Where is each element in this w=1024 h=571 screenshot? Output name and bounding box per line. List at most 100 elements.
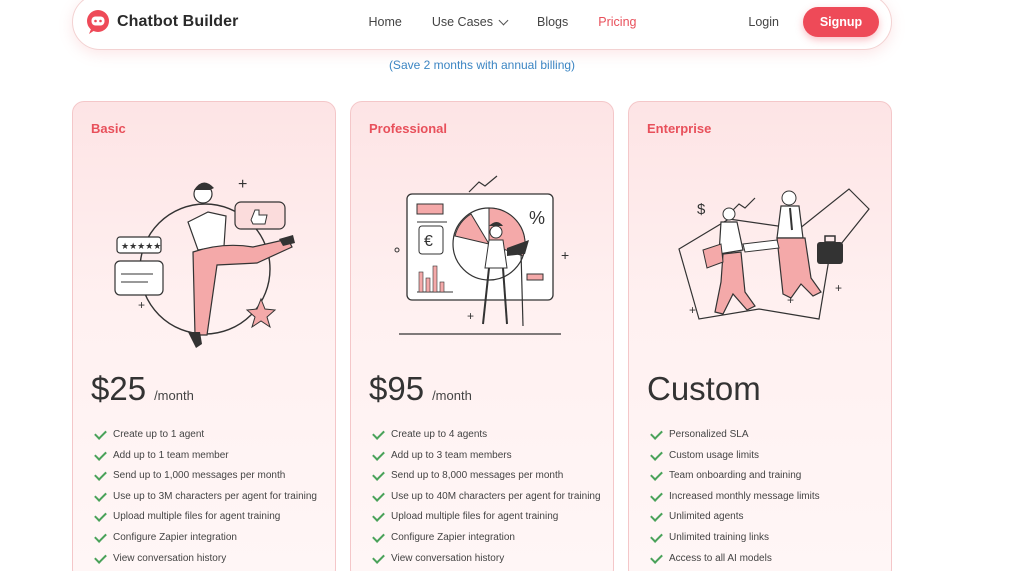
plan-card-professional: Professional € % + + $95 /month Create u…: [350, 101, 614, 571]
price-period: /month: [432, 388, 472, 403]
plan-title: Basic: [91, 121, 126, 136]
feature-text: Configure Zapier integration: [113, 531, 237, 543]
feature-text: Upload multiple files for agent training: [113, 511, 281, 523]
plan-price: Custom: [647, 370, 761, 408]
login-link[interactable]: Login: [748, 15, 779, 29]
svg-text:$: $: [697, 201, 706, 218]
feature-item: Increased monthly message limits: [649, 488, 879, 503]
nav-home-link[interactable]: Home: [369, 15, 402, 29]
feature-item: Create up to 1 agent: [93, 427, 323, 441]
nav-use-cases-link[interactable]: Use Cases: [431, 15, 509, 29]
svg-text:★★★★★: ★★★★★: [121, 241, 161, 251]
feature-text: Add up to 1 team member: [113, 449, 229, 461]
check-icon: [650, 468, 663, 482]
svg-text:+: +: [561, 247, 569, 263]
feature-text: Access to all AI models: [669, 552, 772, 564]
feature-text: Send up to 8,000 messages per month: [391, 470, 564, 482]
check-icon: [94, 427, 107, 440]
feature-item: Send up to 1,000 messages per month: [93, 468, 323, 482]
brand-name: Chatbot Builder: [117, 13, 239, 30]
feature-item: Custom usage limits: [649, 447, 879, 462]
check-icon: [372, 509, 385, 523]
feature-text: Use up to 3M characters per agent for tr…: [113, 490, 317, 502]
plan-title: Professional: [369, 121, 448, 136]
feature-item: Unlimited training links: [649, 530, 879, 544]
nav-use-cases-label: Use Cases: [431, 15, 493, 29]
svg-text:+: +: [138, 298, 145, 312]
feature-text: Custom usage limits: [669, 449, 760, 461]
feature-text: Team onboarding and training: [669, 470, 802, 482]
feature-item: Add up to 1 team member: [93, 447, 323, 462]
check-icon: [94, 550, 107, 564]
svg-text:+: +: [835, 281, 842, 295]
feature-list: Create up to 1 agent Add up to 1 team me…: [93, 427, 323, 571]
price-period: /month: [154, 388, 194, 403]
feature-item: View conversation history: [371, 550, 601, 565]
feature-item: Unlimited agents: [649, 509, 879, 523]
feature-text: Create up to 4 agents: [391, 429, 488, 440]
check-icon: [372, 530, 385, 543]
feature-text: Use up to 40M characters per agent for t…: [391, 490, 601, 502]
navbar: Chatbot Builder Home Use Cases Blogs Pri…: [72, 0, 892, 50]
business-handshake-illustration: $ + + +: [678, 188, 870, 320]
feature-item: Upload multiple files for agent training: [93, 509, 323, 523]
feature-text: Create up to 1 agent: [113, 429, 205, 440]
feature-item: View conversation history: [93, 550, 323, 565]
feature-text: Unlimited training links: [669, 531, 770, 543]
plan-card-enterprise: Enterprise $ + + + Custom Personalized S…: [628, 101, 892, 571]
annual-billing-note: (Save 2 months with annual billing): [388, 58, 576, 72]
plan-title: Enterprise: [647, 121, 712, 136]
feature-text: Increased monthly message limits: [669, 490, 820, 502]
svg-text:+: +: [787, 293, 794, 307]
pricing-page: Chatbot Builder Home Use Cases Blogs Pri…: [0, 0, 1024, 571]
nav-pricing-link[interactable]: Pricing: [598, 15, 636, 29]
svg-text:€: €: [424, 233, 433, 250]
feature-text: Upload multiple files for agent training: [391, 511, 559, 523]
feature-text: Unlimited agents: [669, 511, 744, 523]
nav-blogs-link[interactable]: Blogs: [537, 15, 568, 29]
svg-text:+: +: [238, 176, 247, 193]
feature-item: Personalized SLA: [649, 427, 879, 441]
feature-item: Create up to 4 agents: [371, 427, 601, 441]
price-amount: $25: [91, 370, 147, 407]
feature-item: Configure Zapier integration: [371, 530, 601, 544]
check-icon: [372, 447, 385, 461]
check-icon: [650, 427, 663, 440]
check-icon: [650, 530, 663, 543]
check-icon: [94, 509, 107, 523]
feature-list: Personalized SLA Custom usage limits Tea…: [649, 427, 879, 571]
feature-text: View conversation history: [113, 552, 227, 564]
signup-button[interactable]: Signup: [803, 7, 879, 37]
check-icon: [372, 488, 385, 502]
check-icon: [650, 488, 663, 502]
feature-item: Access to all AI models: [649, 550, 879, 565]
plan-card-basic: Basic ★★★★★ + + $25 /month Create up to …: [72, 101, 336, 571]
svg-text:+: +: [689, 303, 696, 317]
check-icon: [650, 550, 663, 564]
person-reviews-illustration: ★★★★★ + +: [114, 176, 295, 348]
check-icon: [372, 550, 385, 564]
price-amount: Custom: [647, 370, 761, 407]
check-icon: [94, 468, 107, 482]
check-icon: [650, 509, 663, 523]
feature-item: Use up to 3M characters per agent for tr…: [93, 488, 323, 503]
check-icon: [372, 468, 385, 482]
auth-actions: Login Signup: [748, 7, 879, 37]
plan-price: $25 /month: [91, 370, 194, 408]
feature-item: Send up to 8,000 messages per month: [371, 468, 601, 482]
brand[interactable]: Chatbot Builder: [85, 9, 239, 35]
check-icon: [650, 447, 663, 461]
feature-item: Use up to 40M characters per agent for t…: [371, 488, 601, 503]
feature-text: View conversation history: [391, 552, 505, 564]
check-icon: [372, 427, 385, 440]
feature-text: Configure Zapier integration: [391, 531, 515, 543]
check-icon: [94, 447, 107, 461]
feature-item: Upload multiple files for agent training: [371, 509, 601, 523]
feature-list: Create up to 4 agents Add up to 3 team m…: [371, 427, 601, 571]
main-menu: Home Use Cases Blogs Pricing: [369, 15, 637, 29]
plan-price: $95 /month: [369, 370, 472, 408]
analytics-presentation-illustration: € % + +: [394, 175, 569, 335]
check-icon: [94, 488, 107, 502]
check-icon: [94, 530, 107, 543]
svg-text:%: %: [529, 208, 545, 228]
